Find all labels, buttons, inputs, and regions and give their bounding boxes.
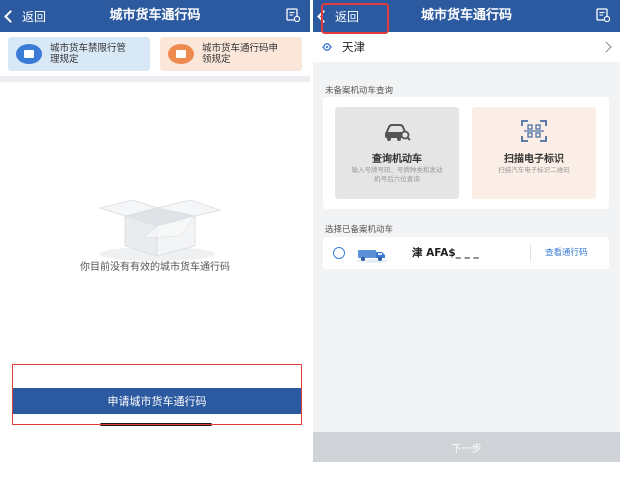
quick-links: 城市货车禁限行管理规定 城市货车通行码申领规定 [0,32,310,76]
back-button[interactable]: 返回 [4,0,47,32]
car-search-icon [385,124,411,141]
apply-rules-card-label: 城市货车通行码申领规定 [202,43,279,65]
rules-card-label: 城市货车禁限行管理规定 [50,43,127,65]
document-icon [168,44,194,64]
truck-icon [356,250,388,263]
scan-tag-card[interactable]: 扫描电子标识 扫描汽车电子标识二维码 [472,107,596,199]
chevron-left-icon [4,9,17,23]
view-code-link[interactable]: 查看通行码 [545,237,588,269]
city-name: 天津 [342,40,365,54]
receipt-icon[interactable] [596,8,610,22]
empty-state-text: 你目前没有有效的城市货车通行码 [80,262,230,273]
vehicle-radio[interactable] [333,247,345,259]
query-vehicle-desc: 输入号牌号码、号牌种类和发动机号后六位查询 [351,166,443,183]
navbar: 返回 城市货车通行码 [313,0,620,32]
apply-rules-card[interactable]: 城市货车通行码申领规定 [160,37,302,71]
left-screen: 返回 城市货车通行码 城市货车禁限行管理规定 城市货车通行码申领规定 你目前没有… [0,0,310,430]
city-selector[interactable]: 天津 [313,32,620,62]
unregistered-section-label: 未备案机动车查询 [325,86,394,96]
home-indicator [100,423,212,426]
chevron-right-icon [600,41,612,53]
next-step-button[interactable]: 下一步 [313,432,620,462]
query-vehicle-title: 查询机动车 [372,154,422,165]
back-label: 返回 [335,9,360,24]
location-icon [322,43,332,51]
page-title: 城市货车通行码 [420,8,512,23]
registered-section-label: 选择已备案机动车 [325,225,394,235]
query-vehicle-card[interactable]: 查询机动车 输入号牌号码、号牌种类和发动机号后六位查询 [335,107,459,199]
chevron-left-icon [317,9,330,23]
query-panel: 查询机动车 输入号牌号码、号牌种类和发动机号后六位查询 扫描电子标识 扫描汽车电… [323,97,609,209]
receipt-icon[interactable] [286,8,300,22]
navbar: 返回 城市货车通行码 [0,0,310,32]
vehicle-row[interactable]: 津 AFA$_ _ _ 查看通行码 [323,237,609,269]
page-title: 城市货车通行码 [109,8,201,23]
divider [530,244,531,262]
scan-tag-title: 扫描电子标识 [504,154,564,165]
empty-box-icon [98,199,222,261]
scan-icon [521,120,547,142]
document-icon [16,44,42,64]
rules-card[interactable]: 城市货车禁限行管理规定 [8,37,150,71]
divider [0,76,310,82]
right-screen: 返回 城市货车通行码 天津 未备案机动车查询 查询机动车 输入号牌号码、号牌种类… [313,0,620,462]
back-button[interactable]: 返回 [317,0,360,32]
plate-number: 津 AFA$_ _ _ [412,247,479,259]
apply-code-button[interactable]: 申请城市货车通行码 [12,388,302,414]
back-label: 返回 [22,9,47,24]
scan-tag-desc: 扫描汽车电子标识二维码 [498,166,570,174]
